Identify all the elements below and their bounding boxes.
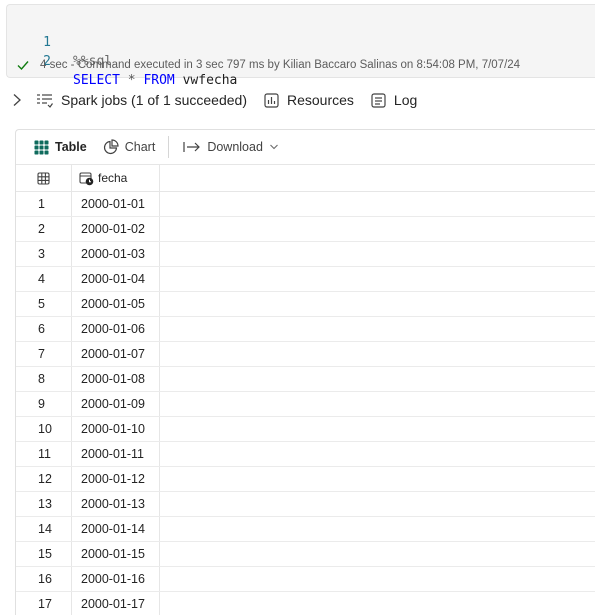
table-row[interactable]: 2 2000-01-02 — [16, 217, 595, 242]
fecha-cell[interactable]: 2000-01-04 — [72, 267, 160, 291]
chevron-right-icon[interactable] — [11, 93, 23, 107]
resources-label: Resources — [287, 92, 354, 108]
row-index-cell: 11 — [16, 442, 72, 466]
resources-button[interactable]: Resources — [264, 92, 354, 108]
tab-chart-label: Chart — [124, 140, 156, 154]
fecha-cell[interactable]: 2000-01-03 — [72, 242, 160, 266]
table-row[interactable]: 14 2000-01-14 — [16, 517, 595, 542]
fecha-cell[interactable]: 2000-01-15 — [72, 542, 160, 566]
tab-chart[interactable]: Chart — [103, 130, 156, 165]
table-body: 1 2000-01-01 2 2000-01-02 3 2000-01-03 4 2000-0… — [16, 192, 595, 615]
arrow-right-to-line-icon — [183, 142, 201, 152]
fecha-cell[interactable]: 2000-01-17 — [72, 592, 160, 615]
execution-status: 4 sec - Command executed in 3 sec 797 ms… — [16, 56, 520, 74]
checkmark-icon — [16, 58, 30, 72]
fecha-cell[interactable]: 2000-01-02 — [72, 217, 160, 241]
output-toolbar: Spark jobs (1 of 1 succeeded) Resources … — [0, 88, 434, 112]
table-header: fecha — [16, 165, 595, 192]
row-index-header[interactable] — [16, 165, 72, 191]
row-index-cell: 8 — [16, 367, 72, 391]
sql-operator-star: * — [127, 73, 136, 88]
row-index-cell: 6 — [16, 317, 72, 341]
fecha-cell[interactable]: 2000-01-01 — [72, 192, 160, 216]
download-label: Download — [207, 140, 263, 154]
table-row[interactable]: 1 2000-01-01 — [16, 192, 595, 217]
table-row[interactable]: 9 2000-01-09 — [16, 392, 595, 417]
results-panel: Table Chart Download fecha 1 2000-01-01 2 2… — [15, 129, 595, 615]
table-row[interactable]: 16 2000-01-16 — [16, 567, 595, 592]
fecha-cell[interactable]: 2000-01-09 — [72, 392, 160, 416]
execution-status-text: 4 sec - Command executed in 3 sec 797 ms… — [40, 59, 521, 71]
row-index-cell: 12 — [16, 467, 72, 491]
row-index-cell: 10 — [16, 417, 72, 441]
sql-identifier: vwfecha — [182, 73, 238, 88]
row-index-cell: 3 — [16, 242, 72, 266]
spark-jobs-list-icon — [37, 93, 53, 108]
sql-keyword-select: SELECT — [73, 73, 120, 88]
table-row[interactable]: 4 2000-01-04 — [16, 267, 595, 292]
row-index-cell: 16 — [16, 567, 72, 591]
table-row[interactable]: 13 2000-01-13 — [16, 492, 595, 517]
fecha-cell[interactable]: 2000-01-07 — [72, 342, 160, 366]
table-row[interactable]: 11 2000-01-11 — [16, 442, 595, 467]
table-row[interactable]: 15 2000-01-15 — [16, 542, 595, 567]
table-row[interactable]: 8 2000-01-08 — [16, 367, 595, 392]
row-index-cell: 9 — [16, 392, 72, 416]
column-header-label: fecha — [98, 171, 128, 185]
code-line-2[interactable]: 2 SELECT * FROM vwfecha — [7, 33, 237, 88]
fecha-cell[interactable]: 2000-01-16 — [72, 567, 160, 591]
download-button[interactable]: Download — [183, 130, 285, 165]
line-number: 1 — [43, 35, 51, 50]
tab-table[interactable]: Table — [34, 130, 87, 165]
row-index-cell: 15 — [16, 542, 72, 566]
table-row[interactable]: 7 2000-01-07 — [16, 342, 595, 367]
tab-table-label: Table — [55, 140, 87, 154]
table-row[interactable]: 10 2000-01-10 — [16, 417, 595, 442]
row-index-cell: 13 — [16, 492, 72, 516]
fecha-cell[interactable]: 2000-01-11 — [72, 442, 160, 466]
log-label: Log — [393, 92, 418, 108]
fecha-cell[interactable]: 2000-01-05 — [72, 292, 160, 316]
spark-jobs-label: Spark jobs (1 of 1 succeeded) — [61, 92, 247, 108]
fecha-cell[interactable]: 2000-01-13 — [72, 492, 160, 516]
tab-divider — [168, 136, 170, 158]
row-index-cell: 5 — [16, 292, 72, 316]
code-line-1[interactable]: 1 %%sql — [7, 14, 112, 69]
fecha-cell[interactable]: 2000-01-14 — [72, 517, 160, 541]
fecha-cell[interactable]: 2000-01-08 — [72, 367, 160, 391]
fecha-cell[interactable]: 2000-01-12 — [72, 467, 160, 491]
table-row[interactable]: 6 2000-01-06 — [16, 317, 595, 342]
date-column-icon — [79, 171, 94, 185]
pie-chart-icon — [103, 139, 119, 155]
row-index-cell: 17 — [16, 592, 72, 615]
row-index-cell: 1 — [16, 192, 72, 216]
column-header-fecha[interactable]: fecha — [72, 165, 160, 191]
chevron-down-icon — [269, 143, 285, 151]
row-index-cell: 2 — [16, 217, 72, 241]
table-row[interactable]: 12 2000-01-12 — [16, 467, 595, 492]
table-grid-icon — [37, 171, 50, 185]
log-button[interactable]: Log — [371, 92, 417, 108]
sql-keyword-from: FROM — [143, 73, 175, 88]
row-index-cell: 14 — [16, 517, 72, 541]
resources-chart-icon — [264, 92, 279, 108]
results-table: fecha 1 2000-01-01 2 2000-01-02 3 2000-01-03 4… — [16, 165, 595, 615]
table-row[interactable]: 3 2000-01-03 — [16, 242, 595, 267]
row-index-cell: 7 — [16, 342, 72, 366]
log-icon — [371, 92, 386, 108]
view-tabs: Table Chart Download — [16, 130, 595, 165]
row-index-cell: 4 — [16, 267, 72, 291]
table-row[interactable]: 17 2000-01-17 — [16, 592, 595, 615]
spark-jobs-button[interactable]: Spark jobs (1 of 1 succeeded) — [36, 92, 247, 108]
table-grid-icon — [34, 140, 49, 154]
fecha-cell[interactable]: 2000-01-10 — [72, 417, 160, 441]
table-row[interactable]: 5 2000-01-05 — [16, 292, 595, 317]
fecha-cell[interactable]: 2000-01-06 — [72, 317, 160, 341]
